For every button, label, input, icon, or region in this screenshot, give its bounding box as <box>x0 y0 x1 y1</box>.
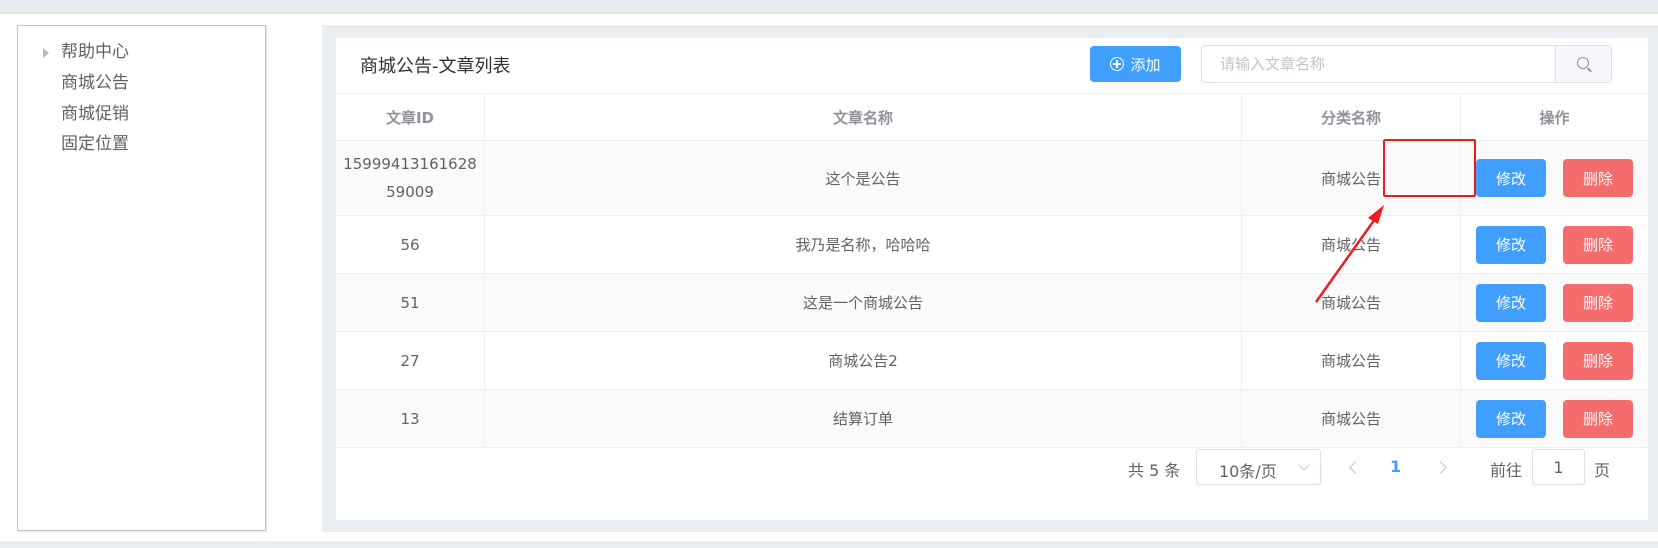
header-category-name: 分类名称 <box>1242 94 1461 140</box>
cell-article-id: 51 <box>336 274 485 331</box>
cell-operations: 修改 删除 <box>1461 141 1648 215</box>
cell-article-name: 商城公告2 <box>485 332 1242 389</box>
cell-article-name: 我乃是名称，哈哈哈 <box>485 216 1242 273</box>
tree-node-fixed-position[interactable]: 固定位置 <box>18 129 265 159</box>
edit-button[interactable]: 修改 <box>1476 341 1546 380</box>
page-size-select[interactable]: 10条/页 <box>1196 449 1321 485</box>
tree-node-mall-announcement[interactable]: 商城公告 <box>18 68 265 98</box>
next-page-icon[interactable] <box>1434 461 1447 474</box>
sidebar-tree: 帮助中心 商城公告 商城促销 固定位置 <box>17 25 266 531</box>
table-header-row: 文章ID 文章名称 分类名称 操作 <box>336 94 1648 141</box>
cell-category: 商城公告 <box>1242 274 1461 331</box>
search-button[interactable] <box>1555 46 1611 82</box>
bottom-strip <box>0 541 1658 548</box>
header-article-id: 文章ID <box>336 94 485 140</box>
delete-button[interactable]: 删除 <box>1563 159 1633 197</box>
page-number-current[interactable]: 1 <box>1390 457 1401 476</box>
edit-button[interactable]: 修改 <box>1476 159 1546 197</box>
search-icon <box>1577 57 1589 69</box>
goto-label: 前往 <box>1490 461 1523 480</box>
page-unit-label: 页 <box>1594 461 1611 480</box>
tree-node-label: 固定位置 <box>61 134 129 154</box>
cell-article-name: 结算订单 <box>485 390 1242 447</box>
edit-button[interactable]: 修改 <box>1476 225 1546 264</box>
delete-button[interactable]: 删除 <box>1563 225 1633 264</box>
top-strip <box>0 0 1658 14</box>
cell-category: 商城公告 <box>1242 332 1461 389</box>
search-input[interactable] <box>1202 46 1555 82</box>
cell-category: 商城公告 <box>1242 390 1461 447</box>
edit-button[interactable]: 修改 <box>1476 399 1546 438</box>
edit-button[interactable]: 修改 <box>1476 283 1546 322</box>
add-button-label: 添加 <box>1130 55 1161 74</box>
cell-category: 商城公告 <box>1242 141 1461 215</box>
table-row: 1599941316162859009 这个是公告 商城公告 修改 删除 <box>336 141 1648 216</box>
cell-operations: 修改 删除 <box>1461 332 1648 389</box>
delete-button[interactable]: 删除 <box>1563 341 1633 380</box>
article-table: 文章ID 文章名称 分类名称 操作 1599941316162859009 这个… <box>336 93 1648 448</box>
cell-operations: 修改 删除 <box>1461 390 1648 447</box>
search-box <box>1201 45 1612 83</box>
cell-article-id: 1599941316162859009 <box>336 141 485 215</box>
page-size-value: 10条/页 <box>1219 462 1277 481</box>
prev-page-icon[interactable] <box>1349 461 1362 474</box>
table-row: 13 结算订单 商城公告 修改 删除 <box>336 390 1648 448</box>
tree-node-help-center[interactable]: 帮助中心 <box>18 37 265 67</box>
cell-article-name: 这个是公告 <box>485 141 1242 215</box>
pagination: 共 5 条 10条/页 1 前往 页 <box>336 449 1648 489</box>
tree-node-label: 商城公告 <box>61 73 129 93</box>
caret-right-icon[interactable] <box>43 48 49 58</box>
table-row: 51 这是一个商城公告 商城公告 修改 删除 <box>336 274 1648 332</box>
add-button[interactable]: 添加 <box>1090 46 1181 82</box>
page-title: 商城公告-文章列表 <box>360 56 511 77</box>
cell-article-id: 56 <box>336 216 485 273</box>
cell-article-name: 这是一个商城公告 <box>485 274 1242 331</box>
tree-node-label: 商城促销 <box>61 104 129 124</box>
article-list-card: 商城公告-文章列表 添加 文章ID 文章名称 分类名称 操作 159994131… <box>336 38 1648 520</box>
cell-operations: 修改 删除 <box>1461 274 1648 331</box>
delete-button[interactable]: 删除 <box>1563 399 1633 438</box>
tree-node-mall-promotion[interactable]: 商城促销 <box>18 99 265 129</box>
header-article-name: 文章名称 <box>485 94 1242 140</box>
article-id: 1599941316162859009 <box>343 155 477 201</box>
cell-article-id: 27 <box>336 332 485 389</box>
table-row: 56 我乃是名称，哈哈哈 商城公告 修改 删除 <box>336 216 1648 274</box>
tree-node-label: 帮助中心 <box>61 42 129 62</box>
goto-page-input[interactable] <box>1532 449 1585 485</box>
cell-article-id: 13 <box>336 390 485 447</box>
table-row: 27 商城公告2 商城公告 修改 删除 <box>336 332 1648 390</box>
chevron-down-icon <box>1298 459 1310 471</box>
pagination-total: 共 5 条 <box>1128 461 1181 480</box>
header-operations: 操作 <box>1539 108 1570 127</box>
circle-plus-icon <box>1110 57 1125 71</box>
cell-operations: 修改 删除 <box>1461 216 1648 273</box>
delete-button[interactable]: 删除 <box>1563 283 1633 322</box>
cell-category: 商城公告 <box>1242 216 1461 273</box>
